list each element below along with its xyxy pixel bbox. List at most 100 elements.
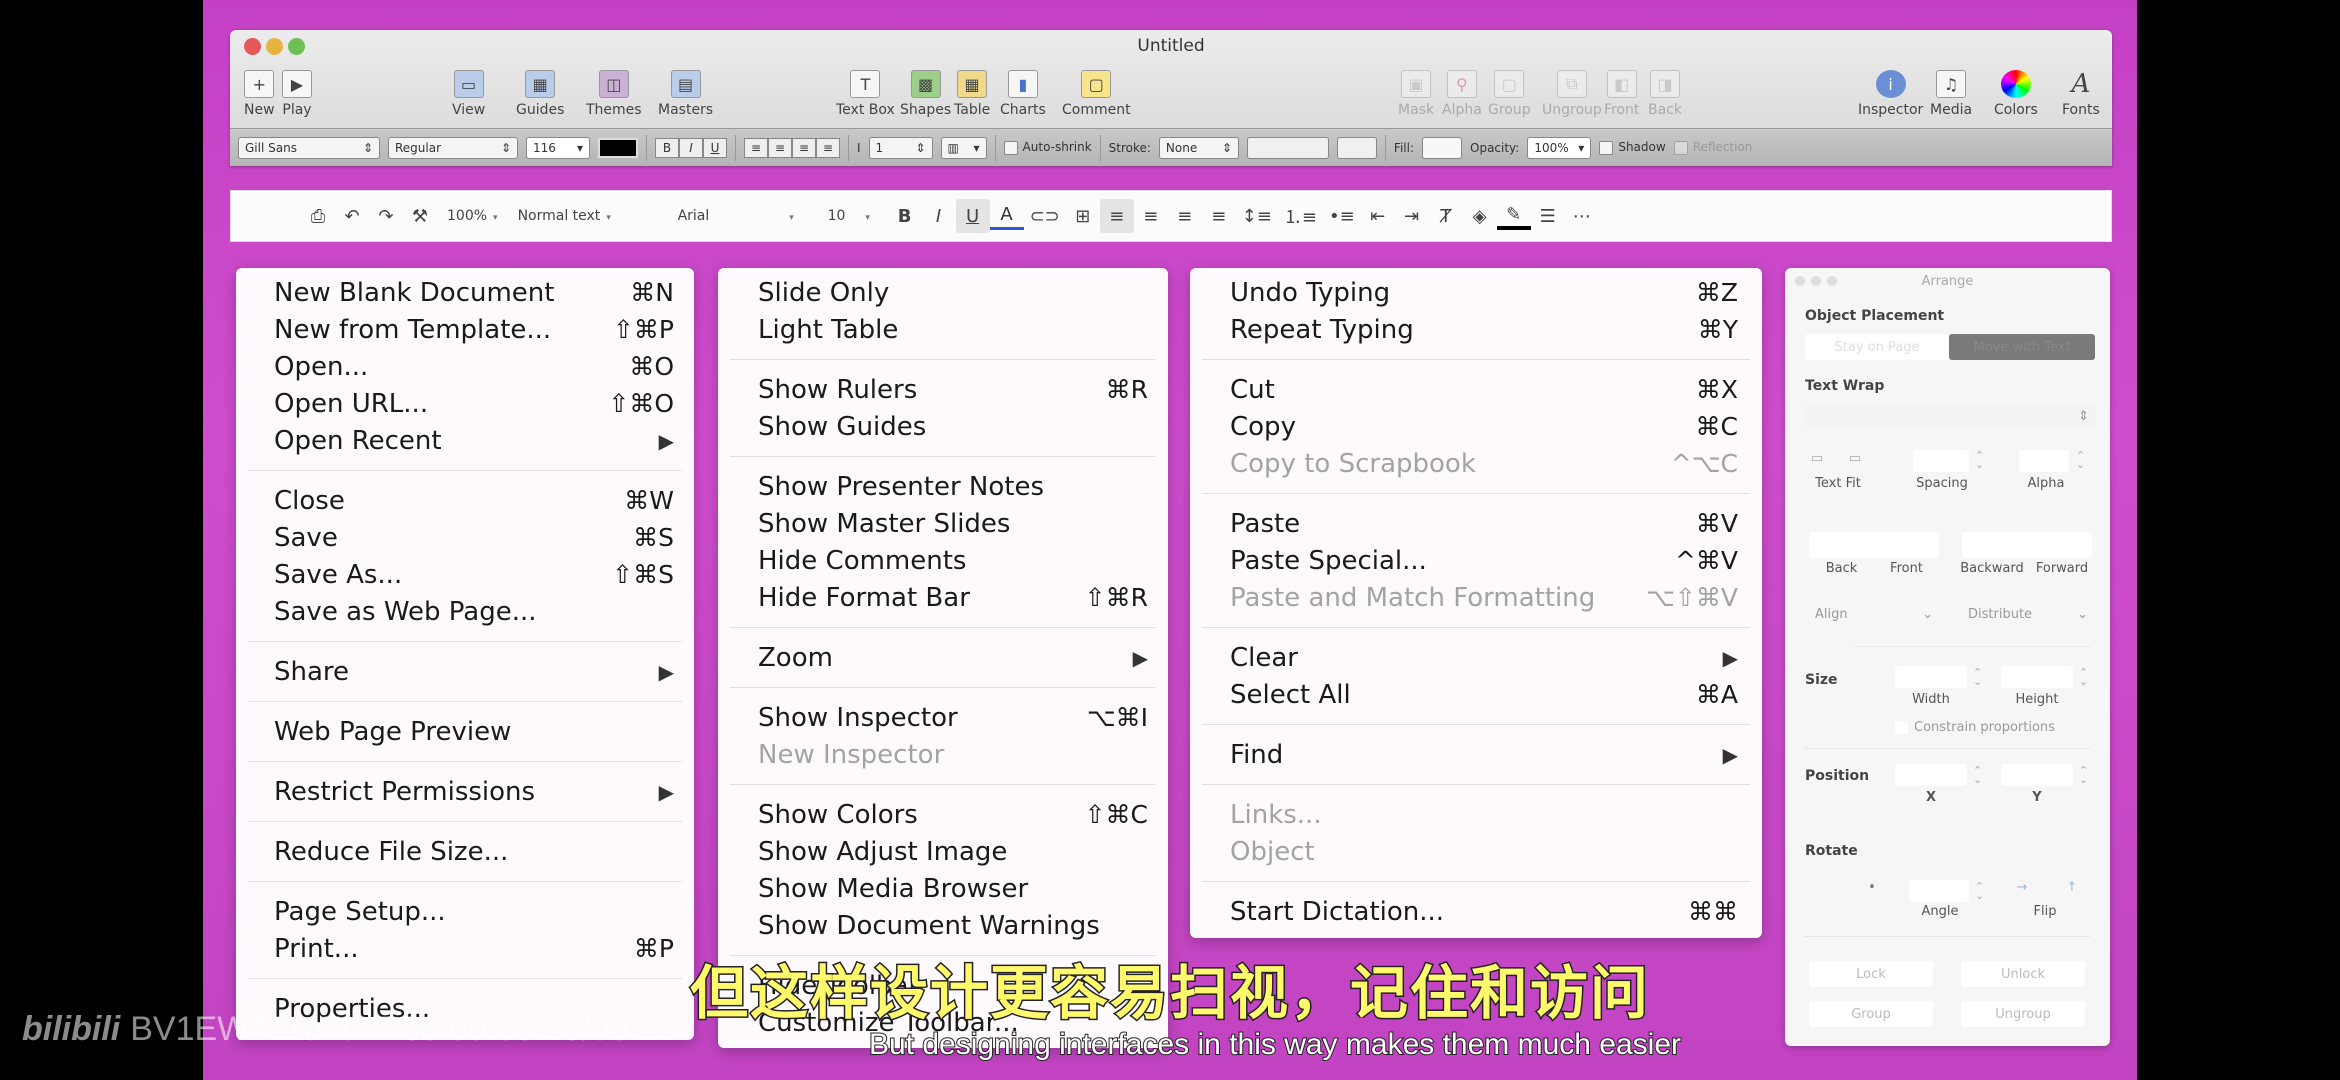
stay-on-page-segment[interactable]: Stay on Page: [1805, 334, 1949, 360]
stepper-icon[interactable]: ⌃ ⌄: [1975, 450, 1984, 470]
line-spacing-select[interactable]: 1 ⇕: [868, 136, 933, 159]
position-y-field[interactable]: [2001, 764, 2073, 786]
width-field[interactable]: [1895, 666, 1967, 688]
file-menu-item-web-page-preview[interactable]: Web Page Preview: [236, 713, 694, 750]
view-menu-item-zoom[interactable]: Zoom ▶: [718, 639, 1168, 676]
shapes-toolbar-button[interactable]: ▩ Shapes: [900, 70, 951, 118]
zoom-select[interactable]: 100% ▾: [437, 208, 508, 224]
angle-field[interactable]: [1909, 880, 1969, 902]
back-button[interactable]: Back: [1809, 561, 1874, 576]
underline-button[interactable]: U: [955, 199, 990, 233]
edit-menu-item-find[interactable]: Find ▶: [1190, 736, 1762, 773]
edit-menu-item-paste-special[interactable]: Paste Special... ^⌘V: [1190, 542, 1762, 579]
file-menu-item-page-setup[interactable]: Page Setup...: [236, 893, 694, 930]
line-spacing-icon[interactable]: ↕≡: [1236, 199, 1278, 233]
align-left-icon[interactable]: ≡: [1099, 199, 1134, 233]
view-menu-item-show-document-warnings[interactable]: Show Document Warnings: [718, 907, 1168, 944]
align-right-button[interactable]: ≡: [792, 137, 816, 158]
front-button[interactable]: Front: [1874, 561, 1939, 576]
mask-toolbar-button[interactable]: ▣ Mask: [1398, 70, 1434, 118]
view-menu-item-show-inspector[interactable]: Show Inspector ⌥⌘I: [718, 699, 1168, 736]
stepper-icon[interactable]: ⌃ ⌄: [1973, 667, 1982, 687]
edit-menu-item-copy[interactable]: Copy ⌘C: [1190, 408, 1762, 445]
alpha-toolbar-button[interactable]: ⚲ Alpha: [1442, 70, 1482, 118]
border-color-icon[interactable]: ✎: [1496, 202, 1531, 230]
file-menu-item-save-as[interactable]: Save As... ⇧⌘S: [236, 556, 694, 593]
opacity-field[interactable]: 100% ▾: [1527, 136, 1592, 159]
font-style-select[interactable]: Regular ⇕: [388, 136, 518, 159]
stepper-icon[interactable]: ⌃ ⌄: [2079, 667, 2088, 687]
media-toolbar-button[interactable]: ♫ Media: [1930, 70, 1972, 118]
numbered-list-icon[interactable]: ⒈≡: [1278, 199, 1323, 233]
stepper-icon[interactable]: ⌃ ⌄: [1973, 765, 1982, 785]
text-fit-icon-a[interactable]: ▭: [1805, 451, 1829, 466]
add-comment-icon[interactable]: ⊞: [1066, 199, 1100, 233]
view-menu-item-show-rulers[interactable]: Show Rulers ⌘R: [718, 371, 1168, 408]
view-toolbar-button[interactable]: ▭ View: [452, 70, 485, 118]
view-menu-item-light-table[interactable]: Light Table: [718, 311, 1168, 348]
forward-button[interactable]: Forward: [2027, 561, 2097, 576]
edit-menu-item-start-dictation[interactable]: Start Dictation... ⌘⌘: [1190, 893, 1762, 930]
backward-button[interactable]: Backward: [1957, 561, 2027, 576]
constrain-proportions-checkbox[interactable]: Constrain proportions: [1895, 720, 2095, 735]
file-menu-item-close[interactable]: Close ⌘W: [236, 482, 694, 519]
italic-button[interactable]: I: [679, 137, 703, 158]
ungroup-toolbar-button[interactable]: ⧉ Ungroup: [1542, 70, 1602, 118]
distribute-select[interactable]: Distribute ⌄: [1962, 602, 2094, 626]
stepper-icon[interactable]: ⌃ ⌄: [2079, 765, 2088, 785]
border-dash-icon[interactable]: ⋯: [1565, 199, 1599, 233]
font-select[interactable]: Arial ▾: [668, 208, 818, 224]
file-menu-item-share[interactable]: Share ▶: [236, 653, 694, 690]
file-menu-item-new-from-template[interactable]: New from Template... ⇧⌘P: [236, 311, 694, 348]
reflection-checkbox[interactable]: Reflection: [1673, 140, 1752, 155]
stroke-select[interactable]: None ⇕: [1158, 136, 1239, 159]
increase-indent-icon[interactable]: ⇥: [1395, 199, 1429, 233]
file-menu-item-open-url[interactable]: Open URL... ⇧⌘O: [236, 385, 694, 422]
file-menu-item-save[interactable]: Save ⌘S: [236, 519, 694, 556]
edit-menu-item-undo-typing[interactable]: Undo Typing ⌘Z: [1190, 274, 1762, 311]
charts-toolbar-button[interactable]: ▮ Charts: [1000, 70, 1046, 118]
clear-formatting-icon[interactable]: Ⱦ: [1429, 199, 1463, 233]
view-menu-item-show-colors[interactable]: Show Colors ⇧⌘C: [718, 796, 1168, 833]
border-width-icon[interactable]: ☰: [1531, 199, 1565, 233]
italic-button[interactable]: I: [922, 199, 956, 233]
position-x-field[interactable]: [1895, 764, 1967, 786]
link-icon[interactable]: ⊂⊃: [1024, 199, 1066, 233]
guides-toolbar-button[interactable]: ▦ Guides: [516, 70, 564, 118]
alpha-field[interactable]: [2019, 450, 2069, 472]
text-color-well[interactable]: [598, 137, 638, 158]
view-menu-item-show-media-browser[interactable]: Show Media Browser: [718, 870, 1168, 907]
text-box-toolbar-button[interactable]: T Text Box: [836, 70, 895, 118]
view-menu-item-hide-comments[interactable]: Hide Comments: [718, 542, 1168, 579]
fill-color-icon[interactable]: ◈: [1463, 199, 1497, 233]
stroke-color-well[interactable]: [1336, 136, 1377, 159]
stepper-icon[interactable]: ⌃ ⌄: [1975, 881, 1984, 901]
redo-icon[interactable]: ↷: [369, 199, 403, 233]
move-with-text-segment[interactable]: Move with Text: [1949, 334, 2095, 360]
edit-menu-item-repeat-typing[interactable]: Repeat Typing ⌘Y: [1190, 311, 1762, 348]
stroke-width-select[interactable]: [1246, 136, 1329, 159]
align-left-button[interactable]: ≡: [744, 137, 768, 158]
font-family-select[interactable]: Gill Sans ⇕: [238, 136, 380, 159]
fill-color-well[interactable]: [1422, 136, 1462, 159]
inspector-toolbar-button[interactable]: i Inspector: [1858, 70, 1923, 118]
underline-button[interactable]: U: [703, 137, 727, 158]
text-wrap-select[interactable]: ⇕: [1805, 404, 2095, 428]
align-select[interactable]: Align ⌄: [1809, 602, 1939, 626]
decrease-indent-icon[interactable]: ⇤: [1361, 199, 1395, 233]
text-fit-icon-b[interactable]: ▭: [1843, 451, 1867, 466]
table-toolbar-button[interactable]: ▦ Table: [954, 70, 990, 118]
file-menu-item-restrict-permissions[interactable]: Restrict Permissions ▶: [236, 773, 694, 810]
front-toolbar-button[interactable]: ◧ Front: [1604, 70, 1639, 118]
spacing-field[interactable]: [1913, 450, 1969, 472]
flip-horizontal-icon[interactable]: →: [2007, 880, 2037, 895]
bold-button[interactable]: B: [655, 137, 679, 158]
edit-menu-item-cut[interactable]: Cut ⌘X: [1190, 371, 1762, 408]
print-icon[interactable]: ⎙: [301, 199, 335, 233]
font-size-field[interactable]: 116 ▾: [526, 136, 590, 159]
shadow-checkbox[interactable]: Shadow: [1599, 140, 1666, 155]
comment-toolbar-button[interactable]: ▢ Comment: [1062, 70, 1131, 118]
align-center-icon[interactable]: ≡: [1134, 199, 1168, 233]
file-menu-item-new-blank-document[interactable]: New Blank Document ⌘N: [236, 274, 694, 311]
view-menu-item-slide-only[interactable]: Slide Only: [718, 274, 1168, 311]
